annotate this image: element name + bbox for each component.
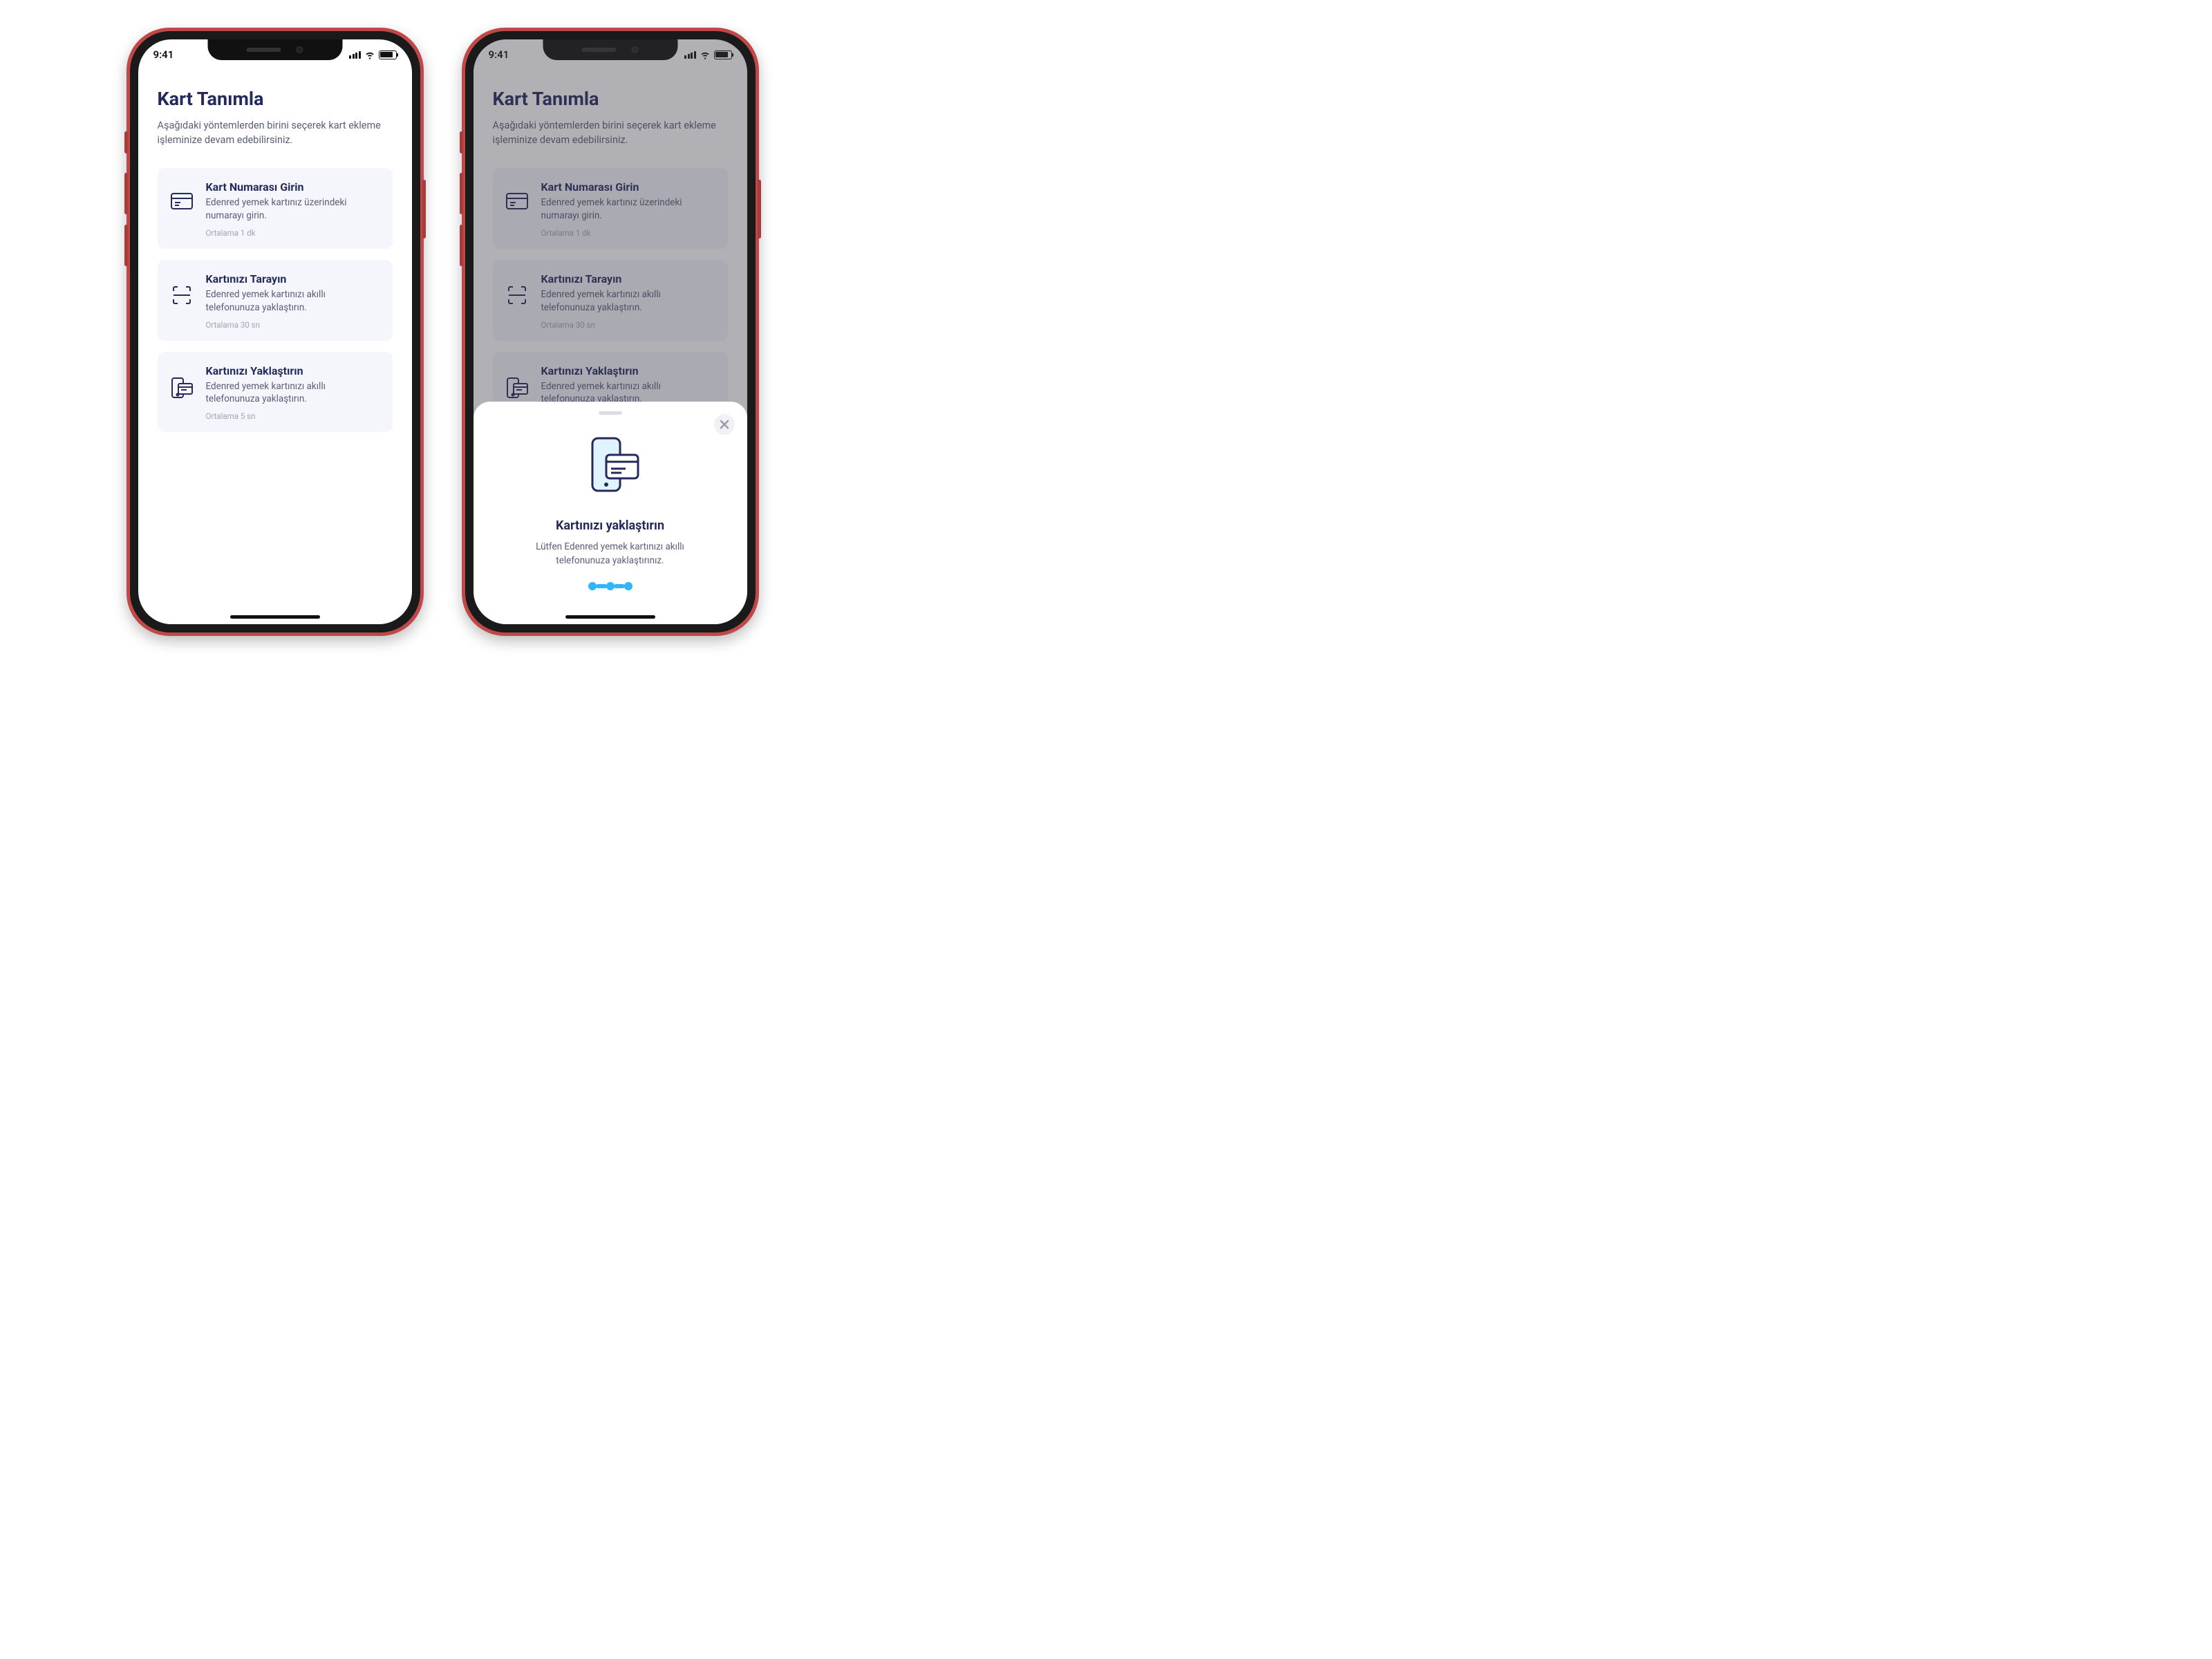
option-title: Kartınızı Yaklaştırın bbox=[206, 364, 380, 377]
sheet-description: Lütfen Edenred yemek kartınızı akıllı te… bbox=[510, 540, 711, 568]
loading-indicator bbox=[588, 582, 632, 590]
power-button bbox=[422, 180, 426, 238]
option-meta: Ortalama 5 sn bbox=[206, 411, 380, 421]
card-number-icon bbox=[170, 180, 194, 209]
option-enter-card-number[interactable]: Kart Numarası Girin Edenred yemek kartın… bbox=[158, 168, 393, 249]
silence-switch bbox=[124, 131, 128, 153]
option-desc: Edenred yemek kartınızı akıllı telefonun… bbox=[206, 288, 380, 315]
screen: 9:41 Kart Tanımla Aşağıdaki yöntemlerden… bbox=[138, 39, 412, 624]
option-tap-card[interactable]: Kartınızı Yaklaştırın Edenred yemek kart… bbox=[158, 352, 393, 433]
phone-mockup-right: 9:41 Kart Tanımla Aşağıdaki yöntemlerden… bbox=[462, 28, 759, 636]
battery-icon bbox=[379, 50, 397, 59]
tap-card-illustration bbox=[576, 433, 645, 505]
volume-down-button bbox=[460, 225, 463, 266]
option-scan-card[interactable]: Kartınızı Tarayın Edenred yemek kartınız… bbox=[158, 260, 393, 341]
scan-icon bbox=[170, 272, 194, 306]
sheet-title: Kartınızı yaklaştırın bbox=[556, 518, 664, 533]
notch bbox=[207, 39, 342, 60]
close-icon bbox=[720, 420, 729, 429]
cellular-signal-icon bbox=[349, 50, 361, 59]
volume-down-button bbox=[124, 225, 128, 266]
speaker bbox=[247, 48, 281, 52]
page-title: Kart Tanımla bbox=[158, 88, 393, 110]
screen-content: Kart Tanımla Aşağıdaki yöntemlerden biri… bbox=[138, 39, 412, 624]
option-desc: Edenred yemek kartınızı akıllı telefonun… bbox=[206, 380, 380, 406]
option-desc: Edenred yemek kartınız üzerindeki numara… bbox=[206, 196, 380, 223]
volume-up-button bbox=[124, 173, 128, 214]
option-title: Kartınızı Tarayın bbox=[206, 272, 380, 285]
option-meta: Ortalama 1 dk bbox=[206, 228, 380, 238]
sheet-grabber[interactable] bbox=[599, 411, 622, 415]
status-time: 9:41 bbox=[153, 48, 174, 61]
wifi-icon bbox=[364, 49, 375, 60]
bottom-sheet: Kartınızı yaklaştırın Lütfen Edenred yem… bbox=[474, 402, 747, 624]
phone-mockup-left: 9:41 Kart Tanımla Aşağıdaki yöntemlerden… bbox=[126, 28, 424, 636]
home-indicator[interactable] bbox=[230, 615, 320, 619]
close-button[interactable] bbox=[714, 414, 735, 435]
front-camera bbox=[297, 46, 303, 53]
home-indicator[interactable] bbox=[565, 615, 655, 619]
nfc-phone-icon bbox=[170, 364, 194, 402]
option-title: Kart Numarası Girin bbox=[206, 180, 380, 194]
volume-up-button bbox=[460, 173, 463, 214]
page-subtitle: Aşağıdaki yöntemlerden birini seçerek ka… bbox=[158, 118, 393, 147]
silence-switch bbox=[460, 131, 463, 153]
option-meta: Ortalama 30 sn bbox=[206, 320, 380, 330]
screen: 9:41 Kart Tanımla Aşağıdaki yöntemlerden… bbox=[474, 39, 747, 624]
power-button bbox=[758, 180, 761, 238]
